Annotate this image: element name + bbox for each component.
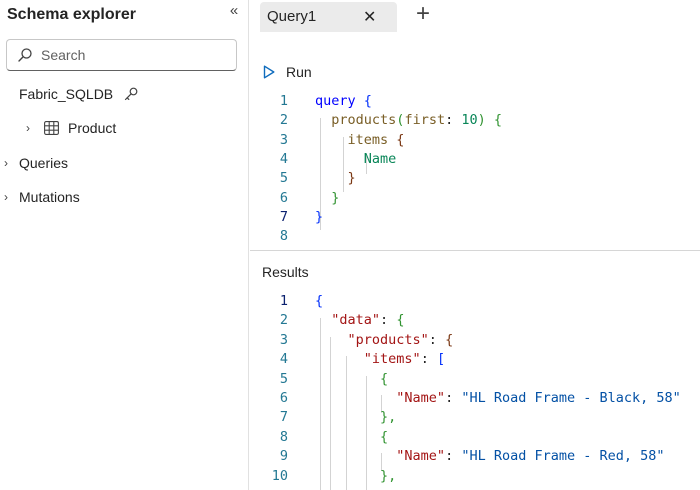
schema-explorer-panel: Schema explorer « Fabric_SQLDB › Product…	[0, 0, 249, 490]
line-number: 7	[279, 208, 288, 225]
code-line-3: items {	[347, 131, 405, 148]
key-icon[interactable]	[123, 86, 139, 102]
mutations-label: Mutations	[19, 189, 80, 205]
line-number: 4	[279, 150, 288, 167]
editor-results-divider[interactable]	[250, 250, 700, 251]
line-number: 6	[279, 390, 288, 406]
result-line-4: "items": [	[363, 351, 446, 368]
code-line-1: query {	[315, 93, 372, 109]
product-label: Product	[68, 120, 117, 136]
close-icon[interactable]: ✕	[363, 7, 376, 27]
collapse-panel-icon[interactable]: «	[224, 2, 244, 22]
line-number: 9	[279, 448, 288, 465]
run-label: Run	[286, 64, 312, 80]
run-button[interactable]: Run	[263, 62, 323, 84]
search-icon	[18, 48, 32, 62]
line-number: 5	[279, 170, 288, 187]
result-line-6: "Name": "HL Road Frame - Black, 58"	[396, 390, 681, 406]
results-viewer: 1 { 2 "data": { 3 "products": { 4 "items"…	[262, 292, 698, 490]
queries-label: Queries	[19, 155, 69, 171]
code-line-4: Name	[363, 150, 397, 167]
chevron-right-icon[interactable]: ›	[26, 115, 36, 141]
search-input[interactable]	[41, 45, 231, 65]
tree-item-database[interactable]: Fabric_SQLDB	[0, 81, 248, 107]
line-number: 1	[279, 293, 288, 309]
line-number: 3	[279, 131, 288, 148]
query-editor[interactable]: 1 query { 2 products(first: 10) { 3 items…	[262, 92, 698, 248]
result-line-9: "Name": "HL Road Frame - Red, 58"	[396, 448, 665, 465]
line-number: 7	[279, 409, 288, 426]
tab-label: Query1	[267, 8, 317, 25]
code-line-5: }	[347, 170, 356, 187]
result-line-8: {	[380, 428, 389, 445]
add-tab-button[interactable]: +	[412, 2, 434, 27]
line-number: 5	[279, 370, 288, 387]
line-number: 8	[279, 428, 288, 445]
result-line-1: {	[315, 293, 324, 309]
line-number: 2	[279, 312, 288, 329]
line-number: 1	[279, 93, 288, 109]
database-label: Fabric_SQLDB	[19, 86, 114, 102]
result-line-3: "products": {	[347, 331, 454, 348]
code-line-2: products(first: 10) {	[331, 112, 503, 129]
line-number: 2	[279, 112, 288, 129]
result-line-5: {	[380, 370, 389, 387]
results-title: Results	[262, 264, 309, 280]
table-icon	[44, 121, 59, 135]
tree-item-product[interactable]: › Product	[0, 115, 248, 141]
result-line-7: },	[380, 409, 397, 426]
result-line-2: "data": {	[331, 312, 405, 329]
line-number: 6	[279, 189, 288, 206]
tree-item-mutations[interactable]: › Mutations	[0, 184, 248, 210]
code-line-6: }	[331, 189, 340, 206]
chevron-right-icon[interactable]: ›	[4, 184, 14, 210]
line-number: 4	[279, 351, 288, 368]
play-icon	[263, 65, 275, 79]
line-number: 3	[279, 331, 288, 348]
chevron-right-icon[interactable]: ›	[4, 150, 14, 176]
schema-explorer-title: Schema explorer	[7, 6, 136, 23]
line-number: 8	[279, 228, 288, 245]
code-line-7: }	[315, 208, 324, 225]
line-number: 10	[271, 467, 288, 484]
search-box[interactable]	[6, 39, 237, 71]
tab-query1[interactable]: Query1 ✕	[260, 2, 397, 32]
tree-item-queries[interactable]: › Queries	[0, 150, 248, 176]
result-line-10: },	[380, 467, 397, 484]
